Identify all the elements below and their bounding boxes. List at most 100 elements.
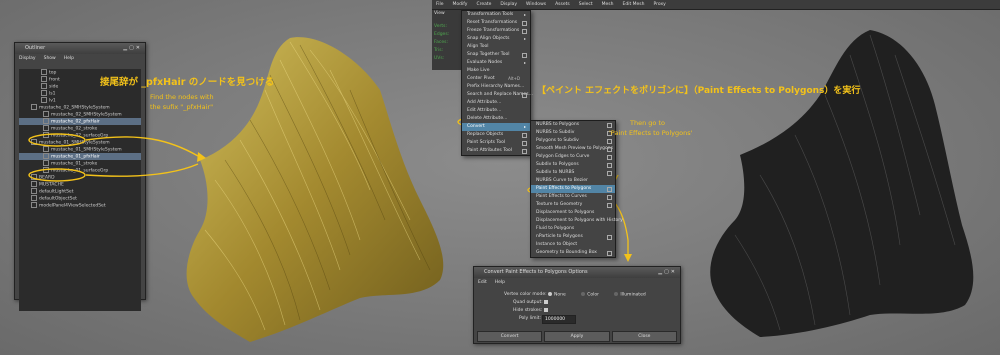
outliner-menu-display[interactable]: Display <box>19 54 36 63</box>
menu-item-nurbs-curve-to-bezier[interactable]: NURBS Curve to Bezier <box>531 177 615 185</box>
option-box-icon[interactable] <box>607 123 612 128</box>
poly-limit-input[interactable]: 1000000 <box>542 315 576 324</box>
outliner-row[interactable]: ls1 <box>19 90 141 97</box>
option-box-icon[interactable] <box>607 235 612 240</box>
menu-item-reset-transformations[interactable]: Reset Transformations <box>462 19 530 27</box>
option-box-icon[interactable] <box>607 195 612 200</box>
option-box-icon[interactable] <box>607 187 612 192</box>
menu-item-center-pivot[interactable]: Center Pivot Alt+D <box>462 75 530 83</box>
menu-item-smooth-mesh-preview-to-polygons[interactable]: Smooth Mesh Preview to Polygons <box>531 145 615 153</box>
outliner-row[interactable]: mustache_01_surfaceGrp <box>19 167 141 174</box>
option-box-icon[interactable] <box>607 163 612 168</box>
menu-item-snap-align-objects[interactable]: Snap Align Objects ▸ <box>462 35 530 43</box>
outliner-row[interactable]: modelPanel4ViewSelectedSet <box>19 202 141 209</box>
convert-submenu[interactable]: NURBS to Polygons NURBS to Subdiv Polygons… <box>530 120 623 258</box>
outliner-row[interactable]: mustache_02_SMHStyleSystem <box>19 104 141 111</box>
outliner-menu-show[interactable]: Show <box>44 54 56 63</box>
menu-item-paint-scripts-tool[interactable]: Paint Scripts Tool <box>462 139 530 147</box>
quad-output-checkbox[interactable] <box>544 300 548 304</box>
option-box-icon[interactable] <box>607 203 612 208</box>
radio-color[interactable] <box>581 292 586 296</box>
option-box-icon[interactable] <box>522 133 527 138</box>
outliner-row[interactable]: mustache_01_stroke <box>19 160 141 167</box>
outliner-row[interactable]: mustache_01_SMHStyleSystem <box>19 139 141 146</box>
outliner-row[interactable]: defaultLightSet <box>19 188 141 195</box>
menu-item-paint-attributes-tool[interactable]: Paint Attributes Tool <box>462 147 530 155</box>
menu-item-polygons-to-subdiv[interactable]: Polygons to Subdiv <box>531 137 615 145</box>
outliner-row[interactable]: BEARD <box>19 174 141 181</box>
menu-item-search-and-replace-names[interactable]: Search and Replace Names... <box>462 91 533 99</box>
menu-item-instance-to-object[interactable]: Instance to Object <box>531 241 615 249</box>
outliner-row[interactable]: mustache_02_surfaceGrp <box>19 132 141 139</box>
menubar-assets[interactable]: Assets <box>555 0 570 9</box>
menubar-modify[interactable]: Modify <box>453 0 468 9</box>
option-box-icon[interactable] <box>522 29 527 34</box>
menu-item-delete-attribute[interactable]: Delete Attribute... <box>462 115 530 123</box>
menu-item-nurbs-to-subdiv[interactable]: NURBS to Subdiv <box>531 129 615 137</box>
option-box-icon[interactable] <box>607 155 612 160</box>
options-menu-help[interactable]: Help <box>495 278 505 287</box>
option-box-icon[interactable] <box>607 171 612 176</box>
menubar-edit-mesh[interactable]: Edit Mesh <box>623 0 645 9</box>
radio-illuminated[interactable] <box>614 292 619 296</box>
option-box-icon[interactable] <box>522 141 527 146</box>
menu-item-texture-to-geometry[interactable]: Texture to Geometry <box>531 201 615 209</box>
option-box-icon[interactable] <box>522 149 527 154</box>
menu-item-displacement-to-polygons-with-history[interactable]: Displacement to Polygons with History <box>531 217 623 225</box>
menubar-proxy[interactable]: Proxy <box>654 0 666 9</box>
options-window-controls[interactable]: ▁▢✕ <box>658 267 677 278</box>
menu-item-edit-attribute[interactable]: Edit Attribute... <box>462 107 530 115</box>
menu-item-subdiv-to-polygons[interactable]: Subdiv to Polygons <box>531 161 615 169</box>
menu-item-replace-objects[interactable]: Replace Objects <box>462 131 530 139</box>
menu-item-nurbs-to-polygons[interactable]: NURBS to Polygons <box>531 121 615 129</box>
window-controls[interactable]: ▁▢✕ <box>123 43 142 54</box>
apply-button[interactable]: Apply <box>544 331 610 342</box>
menu-item-polygon-edges-to-curve[interactable]: Polygon Edges to Curve <box>531 153 615 161</box>
menubar-select[interactable]: Select <box>579 0 593 9</box>
menu-item-convert[interactable]: Convert ▸ <box>462 123 530 131</box>
convert-button[interactable]: Convert <box>477 331 543 342</box>
menubar-file[interactable]: File <box>436 0 444 9</box>
modify-menu[interactable]: Transformation Tools ▸ Reset Transformatio… <box>461 10 533 156</box>
menu-item-snap-together-tool[interactable]: Snap Together Tool <box>462 51 530 59</box>
close-button[interactable]: Close <box>611 331 677 342</box>
menu-item-paint-effects-to-polygons[interactable]: Paint Effects to Polygons <box>531 185 615 193</box>
menu-item-subdiv-to-nurbs[interactable]: Subdiv to NURBS <box>531 169 615 177</box>
options-menu-edit[interactable]: Edit <box>478 278 487 287</box>
stat-tris: Tris: <box>434 48 444 53</box>
outliner-row[interactable]: lv1 <box>19 97 141 104</box>
menu-item-paint-effects-to-curves[interactable]: Paint Effects to Curves <box>531 193 615 201</box>
outliner-row[interactable]: mustache_02_pfxHair <box>19 118 141 125</box>
menu-item-fluid-to-polygons[interactable]: Fluid to Polygons <box>531 225 615 233</box>
option-box-icon[interactable] <box>607 251 612 256</box>
menu-item-geometry-to-bounding-box[interactable]: Geometry to Bounding Box <box>531 249 615 257</box>
outliner-tree[interactable]: top front side ls1 lv1 mustache_02_SMHStyleSy… <box>19 69 141 311</box>
option-box-icon[interactable] <box>607 139 612 144</box>
menu-item-nparticle-to-polygons[interactable]: nParticle to Polygons <box>531 233 615 241</box>
menu-item-make-live[interactable]: Make Live <box>462 67 530 75</box>
menu-item-transformation-tools[interactable]: Transformation Tools ▸ <box>462 11 530 19</box>
menu-item-align-tool[interactable]: Align Tool <box>462 43 530 51</box>
outliner-row[interactable]: mustache_01_pfxHair <box>19 153 141 160</box>
hide-strokes-checkbox[interactable] <box>544 308 548 312</box>
option-box-icon[interactable] <box>522 53 527 58</box>
menu-item-evaluate-nodes[interactable]: Evaluate Nodes ▸ <box>462 59 530 67</box>
menubar-create[interactable]: Create <box>476 0 491 9</box>
outliner-row[interactable]: mustache_01_SMHStyleSystem <box>19 146 141 153</box>
outliner-row[interactable]: mustache_02_SMHStyleSystem <box>19 111 141 118</box>
outliner-menu-help[interactable]: Help <box>64 54 74 63</box>
menu-item-displacement-to-polygons[interactable]: Displacement to Polygons <box>531 209 615 217</box>
radio-none[interactable] <box>548 292 552 296</box>
outliner-row[interactable]: mustache_02_stroke <box>19 125 141 132</box>
menubar-mesh[interactable]: Mesh <box>602 0 614 9</box>
menu-item-add-attribute[interactable]: Add Attribute... <box>462 99 530 107</box>
menubar-display[interactable]: Display <box>500 0 517 9</box>
option-box-icon[interactable] <box>522 93 527 98</box>
menubar-windows[interactable]: Windows <box>526 0 546 9</box>
outliner-row[interactable]: defaultObjectSet <box>19 195 141 202</box>
menu-item-prefix-hierarchy-names[interactable]: Prefix Hierarchy Names... <box>462 83 530 91</box>
menu-item-freeze-transformations[interactable]: Freeze Transformations <box>462 27 530 35</box>
option-box-icon[interactable] <box>607 147 612 152</box>
outliner-row[interactable]: MUSTACHE <box>19 181 141 188</box>
option-box-icon[interactable] <box>522 21 527 26</box>
